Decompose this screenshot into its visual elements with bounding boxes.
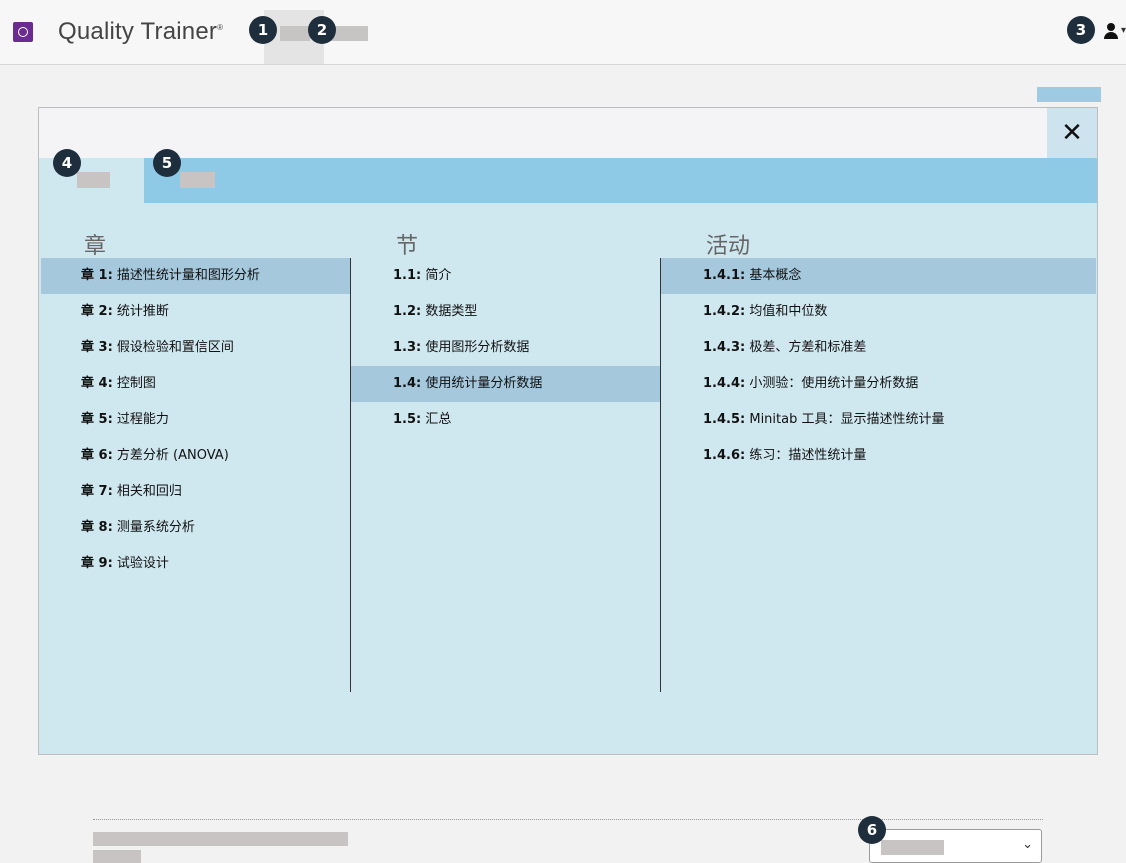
user-icon-head <box>1107 23 1115 31</box>
sections-item[interactable]: 1.1: 简介 <box>351 258 660 294</box>
activities-item-label: 小测验：使用统计量分析数据 <box>745 376 919 391</box>
user-menu-caret-icon[interactable]: ▾ <box>1121 25 1126 36</box>
chapters-item-label: 方差分析 (ANOVA) <box>112 448 229 463</box>
chevron-down-icon: ⌄ <box>1022 837 1033 852</box>
sections-item-label: 使用图形分析数据 <box>421 340 530 355</box>
language-select-value <box>881 840 944 855</box>
panel-header <box>39 108 1097 158</box>
top-bar: Quality Trainer® ▾ <box>0 0 1126 65</box>
activities-item[interactable]: 1.4.1: 基本概念 <box>661 258 1096 294</box>
activities-item[interactable]: 1.4.4: 小测验：使用统计量分析数据 <box>661 366 1096 402</box>
chapters-item-label: 描述性统计量和图形分析 <box>112 268 260 283</box>
sections-item-number: 1.5: <box>393 412 422 427</box>
panel-tab-2-label <box>180 172 215 188</box>
activities-item[interactable]: 1.4.2: 均值和中位数 <box>661 294 1096 330</box>
footer-text-line <box>93 850 141 863</box>
callout-badge-6: 6 <box>858 816 886 844</box>
chapters-item-number: 章 8: <box>81 520 113 535</box>
activities-item-label: Minitab 工具：显示描述性统计量 <box>745 412 945 427</box>
activities-heading: 活动 <box>706 234 751 259</box>
chapters-item-number: 章 1: <box>81 268 113 283</box>
footer-divider <box>93 819 1043 820</box>
chapters-item-number: 章 7: <box>81 484 113 499</box>
callout-badge-4: 4 <box>53 149 81 177</box>
activities-item-number: 1.4.4: <box>703 376 746 391</box>
chapters-item-number: 章 9: <box>81 556 113 571</box>
activities-item[interactable]: 1.4.6: 练习：描述性统计量 <box>661 438 1096 474</box>
close-icon: ✕ <box>1061 118 1083 148</box>
sections-item-label: 汇总 <box>421 412 452 427</box>
chapters-item-label: 测量系统分析 <box>112 520 195 535</box>
activities-list: 1.4.1: 基本概念 1.4.2: 均值和中位数 1.4.3: 极差、方差和标准差… <box>661 258 1096 474</box>
activities-item[interactable]: 1.4.5: Minitab 工具：显示描述性统计量 <box>661 402 1096 438</box>
footer-text-line <box>93 832 348 846</box>
activities-item-label: 均值和中位数 <box>745 304 828 319</box>
callout-badge-3: 3 <box>1067 16 1095 44</box>
chapters-item[interactable]: 章 6: 方差分析 (ANOVA) <box>41 438 351 474</box>
activities-item[interactable]: 1.4.3: 极差、方差和标准差 <box>661 330 1096 366</box>
chapters-item-label: 试验设计 <box>112 556 169 571</box>
user-icon[interactable] <box>1103 23 1119 41</box>
chapters-item-label: 过程能力 <box>112 412 169 427</box>
user-icon-body <box>1104 32 1118 39</box>
sections-item-label: 简介 <box>421 268 452 283</box>
activities-item-label: 极差、方差和标准差 <box>745 340 867 355</box>
nav-tab-1-label <box>280 26 310 41</box>
activities-item-label: 练习：描述性统计量 <box>745 448 867 463</box>
registered-mark: ® <box>217 23 224 32</box>
activities-item-number: 1.4.1: <box>703 268 746 283</box>
chapters-item[interactable]: 章 5: 过程能力 <box>41 402 351 438</box>
chapters-item[interactable]: 章 2: 统计推断 <box>41 294 351 330</box>
sections-item-label: 数据类型 <box>421 304 478 319</box>
chapters-item-label: 控制图 <box>112 376 156 391</box>
top-right-action-button[interactable] <box>1037 87 1101 102</box>
activities-item-number: 1.4.2: <box>703 304 746 319</box>
callout-badge-5: 5 <box>153 149 181 177</box>
chapters-item-number: 章 6: <box>81 448 113 463</box>
sections-item-number: 1.3: <box>393 340 422 355</box>
play-circle-icon[interactable] <box>13 22 33 42</box>
chapters-item[interactable]: 章 8: 测量系统分析 <box>41 510 351 546</box>
sections-list: 1.1: 简介 1.2: 数据类型 1.3: 使用图形分析数据 1.4: 使用统计量分… <box>351 258 660 438</box>
app-title[interactable]: Quality Trainer® <box>58 18 223 46</box>
chapters-item-label: 统计推断 <box>112 304 169 319</box>
app-title-text: Quality Trainer <box>58 18 218 45</box>
course-navigator-panel: ✕ 章 节 活动 章 1: 描述性统计量和图形分析章 2: 统计推断章 3: 假… <box>38 107 1098 755</box>
chapters-item-number: 章 5: <box>81 412 113 427</box>
sections-item-number: 1.2: <box>393 304 422 319</box>
activities-item-number: 1.4.3: <box>703 340 746 355</box>
sections-item[interactable]: 1.5: 汇总 <box>351 402 660 438</box>
chapters-item[interactable]: 章 1: 描述性统计量和图形分析 <box>41 258 351 294</box>
chapters-item-label: 相关和回归 <box>112 484 182 499</box>
sections-item[interactable]: 1.4: 使用统计量分析数据 <box>351 366 660 402</box>
chapters-item-label: 假设检验和置信区间 <box>112 340 234 355</box>
sections-item-number: 1.4: <box>393 376 422 391</box>
chapters-item[interactable]: 章 4: 控制图 <box>41 366 351 402</box>
chapters-item-number: 章 3: <box>81 340 113 355</box>
chapters-item[interactable]: 章 9: 试验设计 <box>41 546 351 582</box>
panel-tab-bar <box>39 158 1097 203</box>
callout-badge-2: 2 <box>308 16 336 44</box>
close-button[interactable]: ✕ <box>1047 108 1097 158</box>
language-select[interactable]: ⌄ <box>869 829 1042 863</box>
chapters-heading: 章 <box>84 234 107 259</box>
activities-item-number: 1.4.6: <box>703 448 746 463</box>
chapters-item-number: 章 2: <box>81 304 113 319</box>
sections-item[interactable]: 1.2: 数据类型 <box>351 294 660 330</box>
activities-item-number: 1.4.5: <box>703 412 746 427</box>
sections-item[interactable]: 1.3: 使用图形分析数据 <box>351 330 660 366</box>
chapters-item[interactable]: 章 7: 相关和回归 <box>41 474 351 510</box>
sections-item-label: 使用统计量分析数据 <box>421 376 543 391</box>
sections-heading: 节 <box>396 234 419 259</box>
sections-item-number: 1.1: <box>393 268 422 283</box>
chapters-item-number: 章 4: <box>81 376 113 391</box>
chapters-list: 章 1: 描述性统计量和图形分析章 2: 统计推断章 3: 假设检验和置信区间章… <box>41 258 351 582</box>
chapters-item[interactable]: 章 3: 假设检验和置信区间 <box>41 330 351 366</box>
activities-item-label: 基本概念 <box>745 268 802 283</box>
callout-badge-1: 1 <box>249 16 277 44</box>
panel-tab-1-label <box>77 172 110 188</box>
